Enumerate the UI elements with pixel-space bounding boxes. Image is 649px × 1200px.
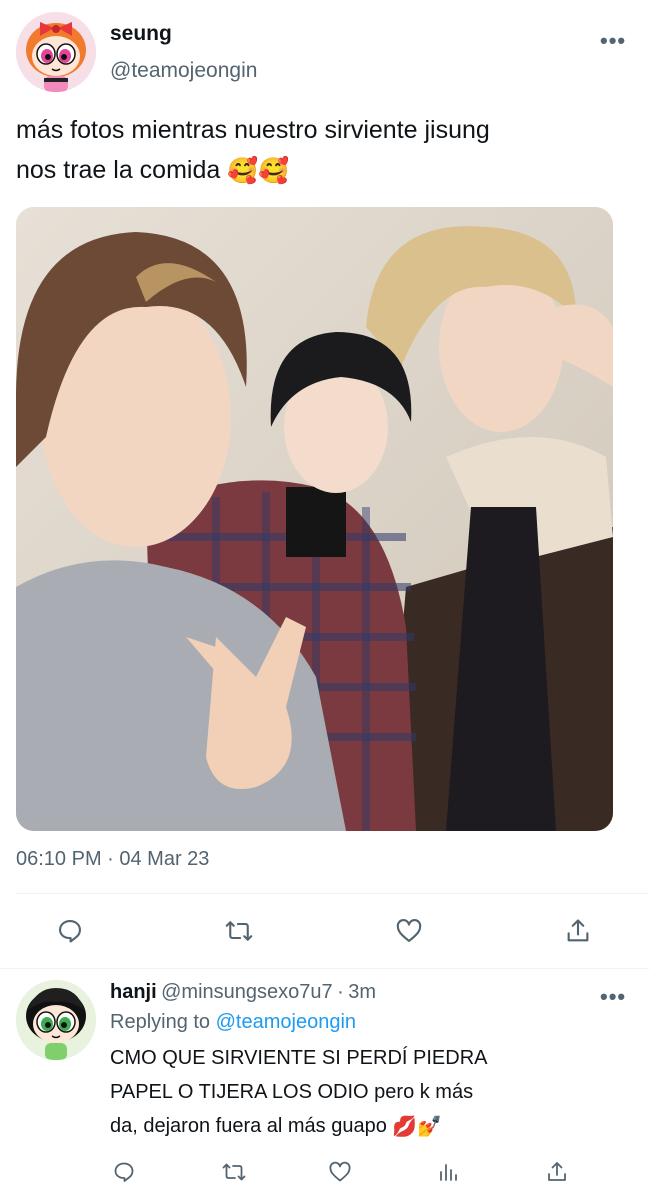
like-button[interactable] <box>389 911 429 951</box>
retweet-button[interactable] <box>219 911 259 951</box>
author-handle[interactable]: @teamojeongin <box>110 59 257 83</box>
reply-retweet-button[interactable] <box>214 1152 254 1192</box>
tweet-timestamp: 06:10 PM · 04 Mar 23 <box>16 848 210 870</box>
reply-text-line-2: PAPEL O TIJERA LOS ODIO pero k más <box>110 1081 474 1103</box>
reply-age: 3m <box>348 981 377 1003</box>
reply-icon <box>114 1162 134 1182</box>
reply-more-options-button[interactable]: ••• <box>600 984 626 1010</box>
heart-icon <box>396 919 422 942</box>
blossom-avatar-image <box>16 12 96 92</box>
tweet-text-line-1: más fotos mientras nuestro sirviente jis… <box>16 116 490 144</box>
reply-reply-button[interactable] <box>104 1152 144 1192</box>
reply-icon <box>59 920 81 943</box>
reply-author-handle[interactable]: @minsungsexo7u7 <box>161 981 333 1003</box>
buttercup-avatar-image <box>16 980 96 1060</box>
replying-to-link[interactable]: @teamojeongin <box>216 1011 356 1033</box>
reply-text: CMO QUE SIRVIENTE SI PERDÍ PIEDRA PAPEL … <box>110 1041 630 1144</box>
tweet-text: más fotos mientras nuestro sirviente jis… <box>16 110 641 191</box>
reply-like-button[interactable] <box>320 1152 360 1192</box>
tweet-text-line-2: nos trae la comida <box>16 156 221 184</box>
tweet-photo[interactable] <box>16 207 613 831</box>
reply-analytics-button[interactable] <box>428 1152 468 1192</box>
meta-separator: · <box>337 981 344 1003</box>
reply-text-line-3: da, dejaron fuera al más guapo <box>110 1115 387 1137</box>
smiling-face-with-hearts-emoji: 🥰🥰 <box>227 157 290 186</box>
share-icon <box>548 1162 566 1181</box>
retweet-icon <box>222 1163 246 1181</box>
retweet-icon <box>225 921 253 941</box>
share-icon <box>567 919 589 942</box>
analytics-icon <box>440 1164 457 1181</box>
kiss-mark-nail-polish-emoji: 💋💅 <box>392 1115 443 1138</box>
divider <box>0 968 649 969</box>
divider <box>16 893 649 894</box>
reply-header: hanji @minsungsexo7u7 · 3m <box>110 981 376 1004</box>
author-name[interactable]: seung <box>110 22 172 46</box>
replying-to-prefix: Replying to <box>110 1011 211 1033</box>
selfie-photo-image <box>16 207 613 831</box>
reply-avatar[interactable] <box>16 980 96 1060</box>
more-options-button[interactable]: ••• <box>600 28 626 54</box>
reply-author-name[interactable]: hanji <box>110 981 157 1003</box>
reply-text-line-1: CMO QUE SIRVIENTE SI PERDÍ PIEDRA <box>110 1047 488 1069</box>
reply-share-button[interactable] <box>537 1152 577 1192</box>
replying-to: Replying to @teamojeongin <box>110 1011 356 1034</box>
reply-button[interactable] <box>50 911 90 951</box>
avatar[interactable] <box>16 12 96 92</box>
share-button[interactable] <box>558 911 598 951</box>
heart-icon <box>329 1161 351 1182</box>
